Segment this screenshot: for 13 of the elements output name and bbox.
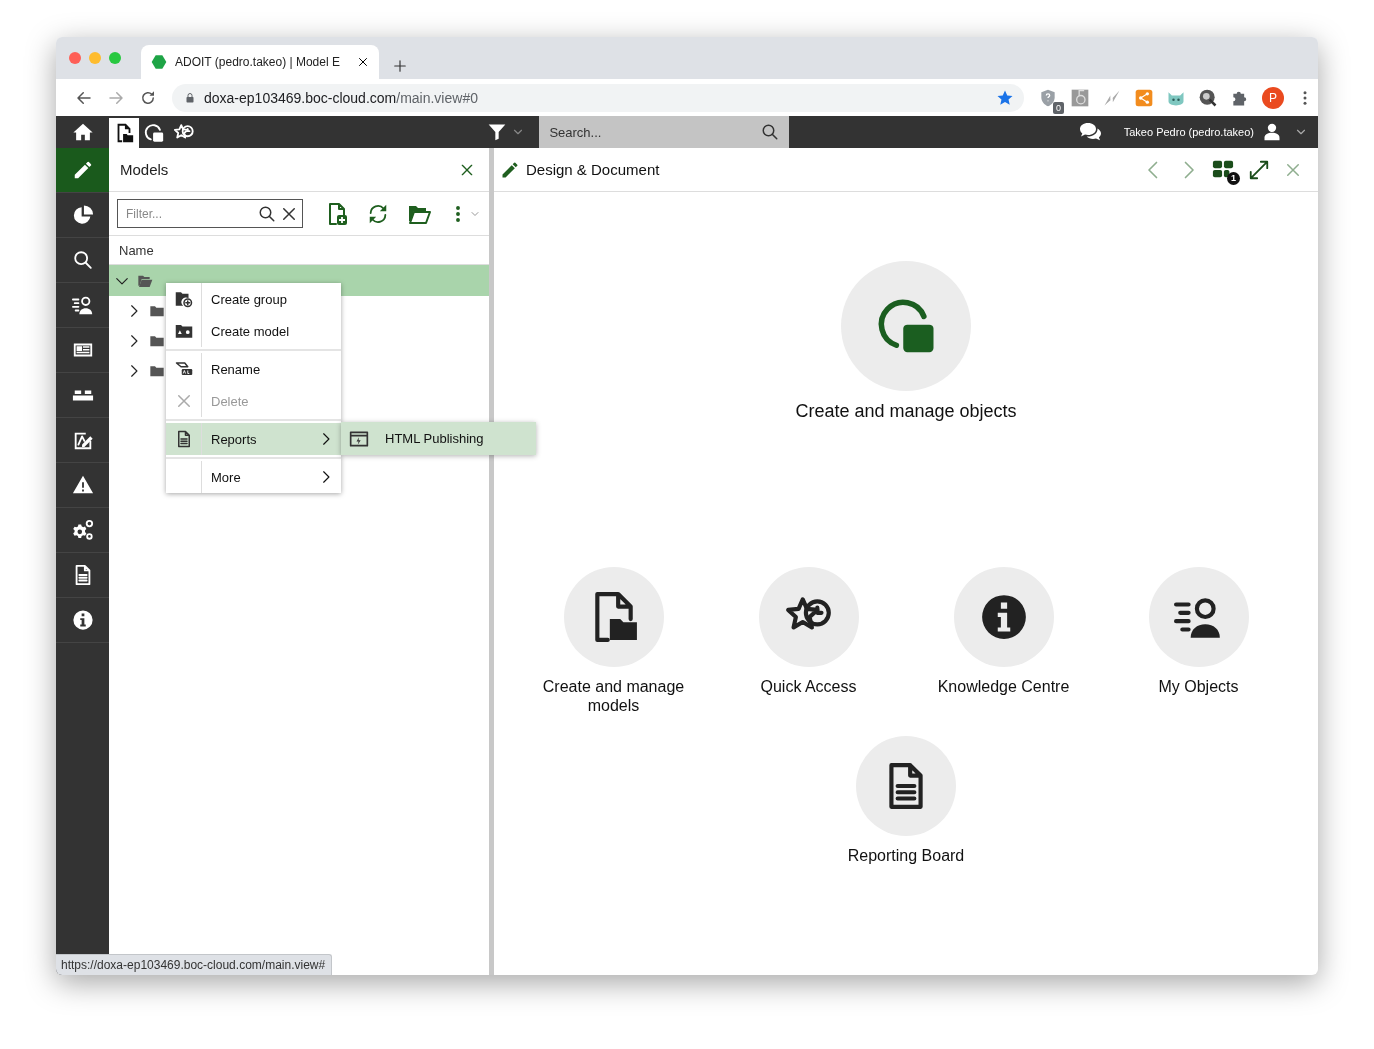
tile-label: Knowledge Centre xyxy=(937,677,1070,696)
panel-title: Design & Document xyxy=(526,161,661,178)
tile-label: Reporting Board xyxy=(847,846,965,865)
url-text: doxa-ep103469.boc-cloud.com/main.view#0 xyxy=(204,89,479,106)
status-url: https://doxa-ep103469.boc-cloud.com/main.view# xyxy=(56,954,333,975)
tile-label: Create and manage objects xyxy=(795,402,1017,421)
panel-title: Models xyxy=(120,161,170,178)
count-badge: 0 xyxy=(1053,101,1064,114)
count-badge: 1 xyxy=(1227,171,1240,185)
tab-title: ADOIT (pedro.takeo) | Model E xyxy=(175,55,341,69)
tile-label: Quick Access xyxy=(760,677,857,696)
tile-label: My Objects xyxy=(1158,677,1239,696)
tile-label: Create and manage models xyxy=(541,677,686,715)
